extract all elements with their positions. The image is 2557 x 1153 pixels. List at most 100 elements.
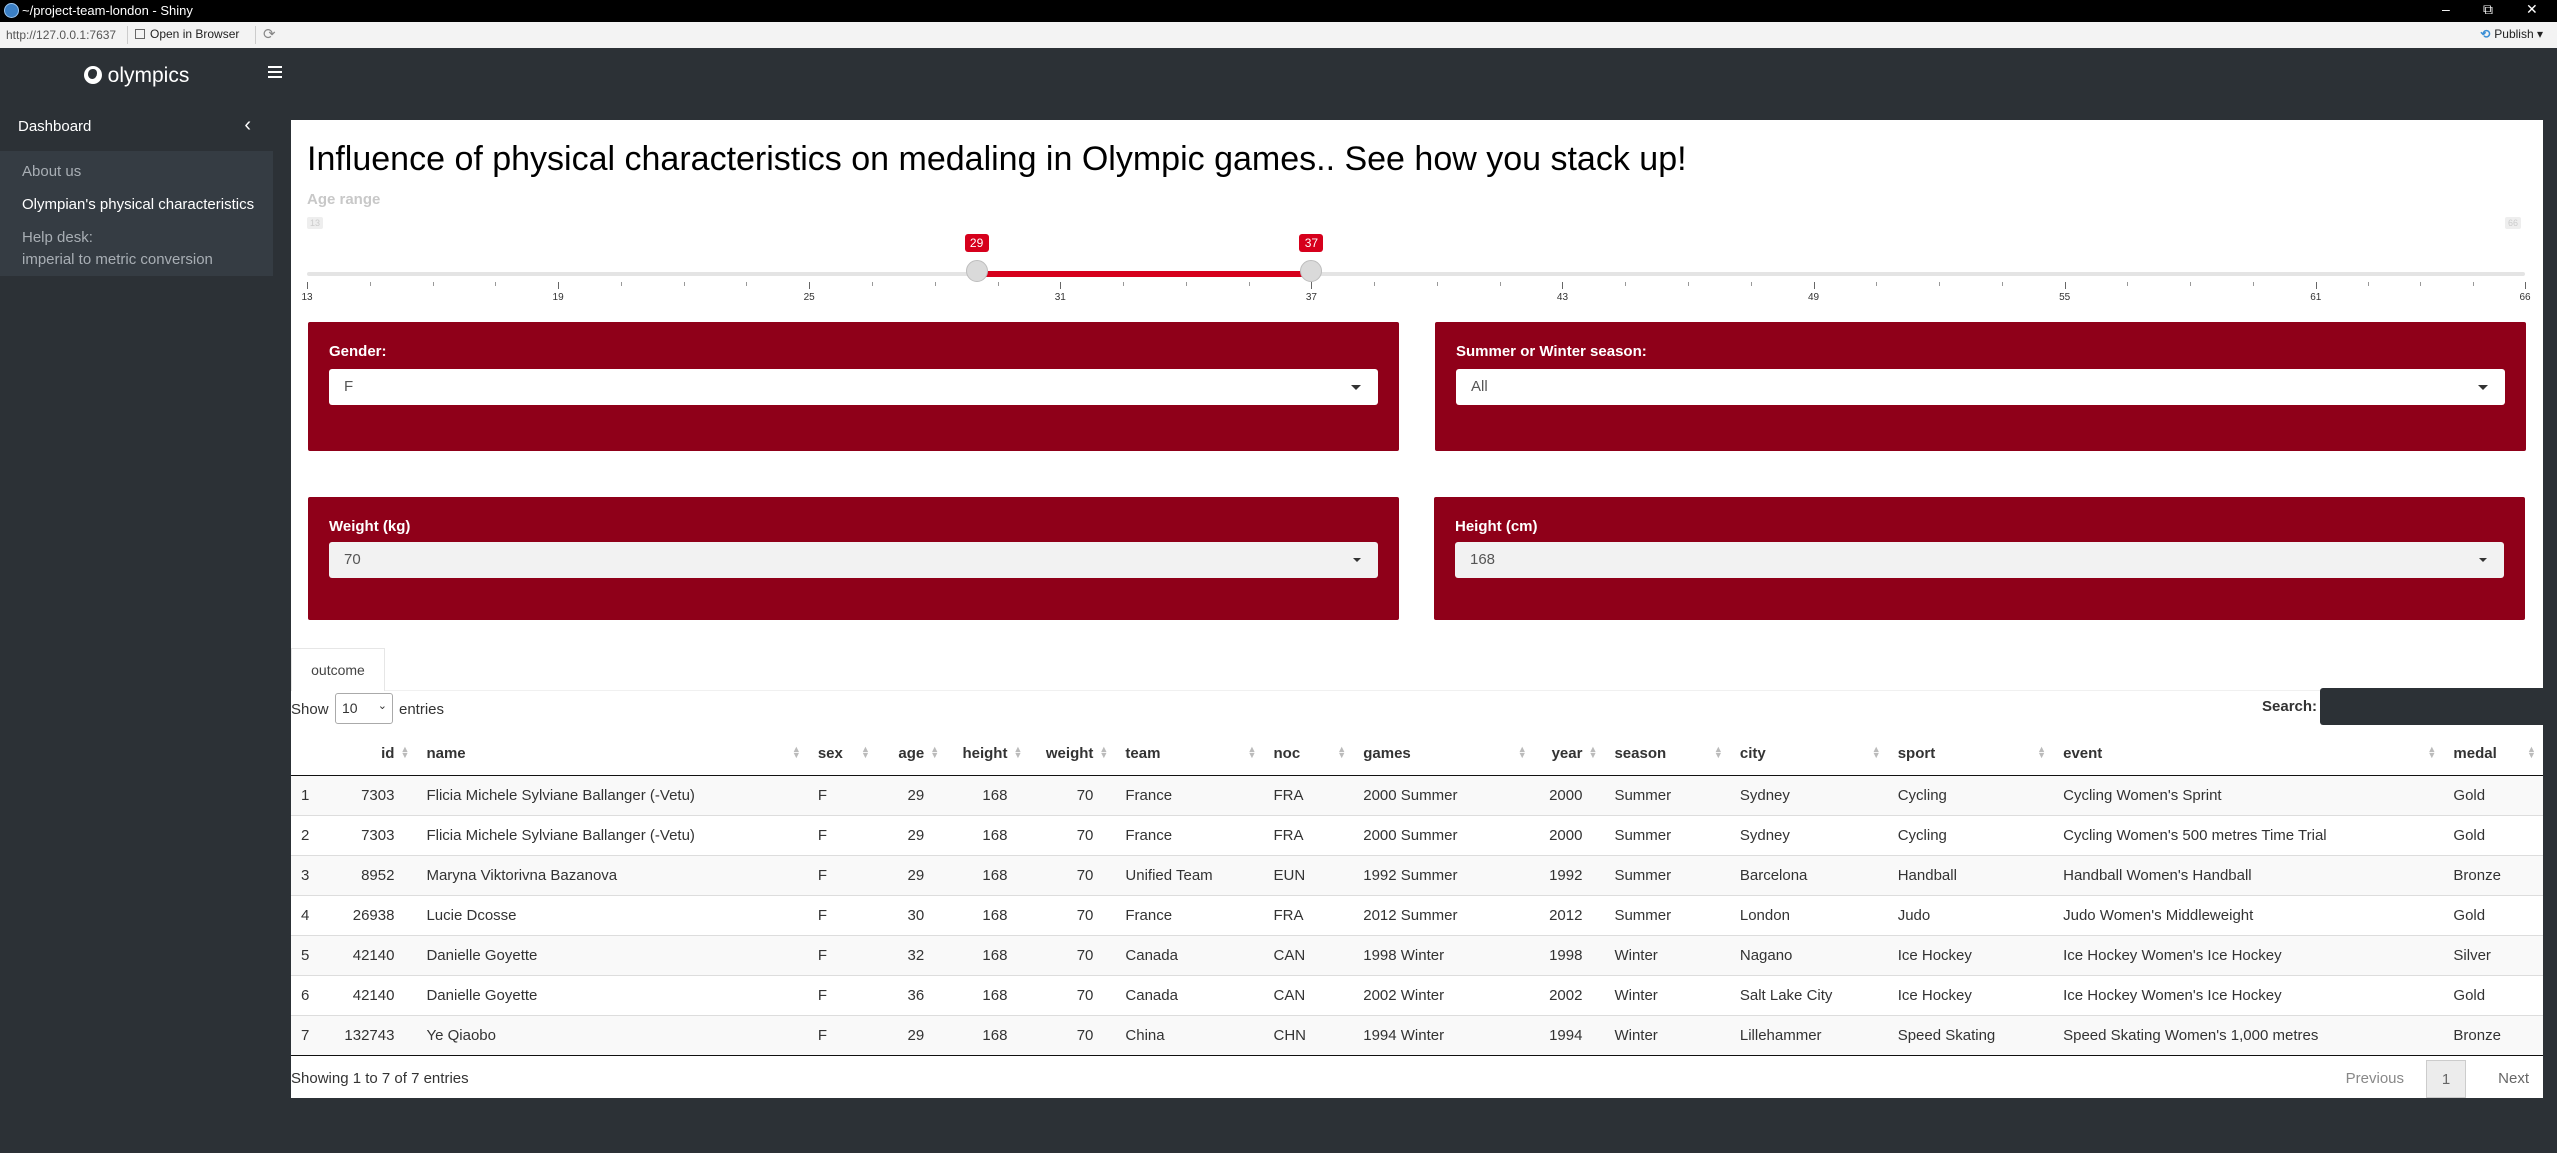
column-header-id[interactable]: id ▲ ▼ <box>327 733 417 776</box>
cell-sex: F <box>807 934 878 975</box>
table-row[interactable]: 4 26938 Lucie Dcosse F 30 168 70 France FRA 2012 … <box>291 894 2543 935</box>
slider-tick <box>1813 282 1815 289</box>
slider-minor-tick <box>1939 282 1941 286</box>
column-header-sport[interactable]: sport ▲ ▼ <box>1887 733 2054 776</box>
minimize-icon[interactable]: – <box>2442 1 2450 17</box>
sort-icon[interactable]: ▲ ▼ <box>400 745 409 760</box>
sort-icon[interactable]: ▲ ▼ <box>2527 745 2536 760</box>
column-header-city[interactable]: city ▲ ▼ <box>1729 733 1888 776</box>
column-header-age[interactable]: age ▲ ▼ <box>877 733 947 776</box>
sort-icon[interactable]: ▲ ▼ <box>1337 745 1346 760</box>
refresh-icon[interactable]: ⟳ <box>263 25 276 43</box>
cell-city: Nagano <box>1729 934 1888 975</box>
slider-tick <box>307 282 308 289</box>
cell-sex: F <box>807 854 878 895</box>
cell-id: 7303 <box>327 814 417 855</box>
sidebar-item-dashboard[interactable]: Dashboard ‹ <box>0 104 273 148</box>
slider-handle-to[interactable] <box>1300 260 1323 282</box>
sort-icon[interactable]: ▲ ▼ <box>1872 745 1881 760</box>
entries-select-value: 10 <box>342 700 358 716</box>
maximize-icon[interactable]: ⧉ <box>2483 1 2493 18</box>
next-page-button[interactable]: Next <box>2498 1070 2529 1087</box>
cell-noc: FRA <box>1263 774 1354 815</box>
sort-icon[interactable]: ▲ ▼ <box>861 745 870 760</box>
sort-icon[interactable]: ▲ ▼ <box>930 745 939 760</box>
toolbar-divider <box>255 26 256 44</box>
slider-track[interactable]: 29 37 13 19 25 31 37 43 49 55 61 66 <box>301 234 2531 303</box>
sort-icon[interactable]: ▲ ▼ <box>792 745 801 760</box>
cell-age: 29 <box>877 774 947 815</box>
open-in-browser-button[interactable]: Open in Browser <box>135 27 239 41</box>
height-select[interactable]: 168 <box>1455 542 2504 578</box>
cell-name: Ye Qiaobo <box>416 1014 808 1056</box>
close-icon[interactable]: ✕ <box>2526 1 2538 18</box>
sidebar-item-about-us[interactable]: About us <box>22 161 81 183</box>
column-header-games[interactable]: games ▲ ▼ <box>1353 733 1534 776</box>
publish-button[interactable]: ⟲ Publish ▾ <box>2480 27 2543 41</box>
table-row[interactable]: 6 42140 Danielle Goyette F 36 168 70 Canada CAN 2… <box>291 974 2543 1015</box>
slider-selected-range <box>976 271 1312 277</box>
column-header-sex[interactable]: sex ▲ ▼ <box>807 733 878 776</box>
column-header-medal[interactable]: medal ▲ ▼ <box>2443 733 2543 776</box>
cell-year: 1992 <box>1533 854 1605 895</box>
search-input[interactable] <box>2320 688 2547 725</box>
cell-id: 132743 <box>327 1014 417 1056</box>
slider-minor-tick <box>1688 282 1690 286</box>
column-header-year[interactable]: year ▲ ▼ <box>1533 733 1605 776</box>
sidebar-item-help-desk[interactable]: Help desk: <box>22 227 93 249</box>
sort-icon[interactable]: ▲ ▼ <box>1013 745 1022 760</box>
sidebar-item-help-desk-subtitle[interactable]: imperial to metric conversion <box>22 249 213 271</box>
table-row[interactable]: 7 132743 Ye Qiaobo F 29 168 70 China CHN 1994 Win… <box>291 1014 2543 1056</box>
sort-icon[interactable]: ▲ ▼ <box>1248 745 1257 760</box>
column-header-label: event <box>2063 745 2103 763</box>
page-1-button[interactable]: 1 <box>2426 1060 2466 1098</box>
table-row[interactable]: 1 7303 Flicia Michele Sylviane Ballanger (… <box>291 774 2543 815</box>
weight-label: Weight (kg) <box>329 518 411 535</box>
slider-tick-label: 37 <box>1305 292 1317 303</box>
table-row[interactable]: 2 7303 Flicia Michele Sylviane Ballanger (… <box>291 814 2543 855</box>
slider-handle-from[interactable] <box>965 260 988 282</box>
cell-team: France <box>1115 774 1264 815</box>
column-header-season[interactable]: season ▲ ▼ <box>1604 733 1730 776</box>
column-header-weight[interactable]: weight ▲ ▼ <box>1029 733 1116 776</box>
column-header-noc[interactable]: noc ▲ ▼ <box>1263 733 1354 776</box>
cell-season: Summer <box>1604 894 1730 935</box>
tab-outcome[interactable]: outcome <box>291 648 385 691</box>
cell-event: Ice Hockey Women's Ice Hockey <box>2053 974 2444 1015</box>
chevron-left-icon[interactable]: ‹ <box>244 114 251 137</box>
column-header-team[interactable]: team ▲ ▼ <box>1115 733 1264 776</box>
sidebar-toggle-icon[interactable] <box>268 66 282 78</box>
gender-select[interactable]: F <box>329 369 1378 405</box>
sort-icon[interactable]: ▲ ▼ <box>1518 745 1527 760</box>
cell-noc: FRA <box>1263 814 1354 855</box>
sort-icon[interactable]: ▲ ▼ <box>1099 745 1108 760</box>
slider-minor-tick <box>1123 282 1125 286</box>
column-header-height[interactable]: height ▲ ▼ <box>946 733 1030 776</box>
previous-page-button[interactable]: Previous <box>2346 1070 2404 1087</box>
table-row[interactable]: 3 8952 Maryna Viktorivna Bazanova F 29 168 70 U… <box>291 854 2543 895</box>
sort-icon[interactable]: ▲ ▼ <box>1588 745 1597 760</box>
cell-height: 168 <box>946 814 1030 855</box>
season-select[interactable]: All <box>1456 369 2505 405</box>
cell-medal: Gold <box>2443 894 2543 935</box>
cell-index: 7 <box>291 1014 328 1056</box>
slider-minor-tick <box>495 282 497 286</box>
cell-sport: Cycling <box>1887 774 2054 815</box>
age-range-slider[interactable]: 29 37 13 19 25 31 37 43 49 55 61 66 <box>301 120 2531 303</box>
column-header-event[interactable]: event ▲ ▼ <box>2053 733 2444 776</box>
cell-year: 2000 <box>1533 814 1605 855</box>
cell-year: 1998 <box>1533 934 1605 975</box>
table-row[interactable]: 5 42140 Danielle Goyette F 32 168 70 Canada CAN 1… <box>291 934 2543 975</box>
sort-icon[interactable]: ▲ ▼ <box>1714 745 1723 760</box>
weight-select[interactable]: 70 <box>329 542 1378 578</box>
slider-tick <box>1060 282 1062 289</box>
entries-per-page-select[interactable]: 10 ⌄ <box>335 693 393 724</box>
sort-icon[interactable]: ▲ ▼ <box>2037 745 2046 760</box>
cell-medal: Gold <box>2443 814 2543 855</box>
slider-tick <box>1562 282 1564 289</box>
column-header-name[interactable]: name ▲ ▼ <box>416 733 808 776</box>
sidebar-item-physical-characteristics[interactable]: Olympian's physical characteristics <box>22 194 254 216</box>
sort-icon[interactable]: ▲ ▼ <box>2427 745 2436 760</box>
cell-event: Ice Hockey Women's Ice Hockey <box>2053 934 2444 975</box>
season-select-value: All <box>1471 378 1488 395</box>
